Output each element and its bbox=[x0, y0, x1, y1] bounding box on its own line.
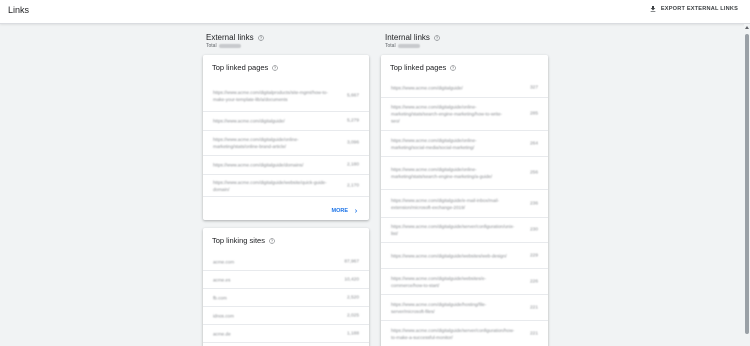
export-external-links-button[interactable]: EXPORT EXTERNAL LINKS bbox=[649, 5, 738, 13]
row-count: 87,967 bbox=[344, 259, 359, 264]
row-count: 10,420 bbox=[344, 277, 359, 282]
row-count: 221 bbox=[529, 305, 538, 310]
table-row[interactable]: https://www.acme.com/digitalguide/e-mail… bbox=[381, 190, 548, 218]
help-icon[interactable] bbox=[257, 34, 264, 41]
external-links-heading: External links bbox=[206, 33, 254, 42]
row-url[interactable]: https://www.acme.com/digitalguide/websit… bbox=[391, 275, 509, 289]
row-count: 1,188 bbox=[346, 331, 359, 336]
row-url[interactable]: https://www.acme.com/digitalguide/e-mail… bbox=[391, 197, 509, 211]
scroll-up-arrow-icon[interactable] bbox=[745, 26, 749, 29]
row-url[interactable]: https://www.acme.com/digitalguide/ bbox=[213, 118, 328, 125]
row-count: 230 bbox=[529, 227, 538, 233]
row-site[interactable]: fb.com bbox=[213, 294, 227, 301]
page-title: Links bbox=[8, 5, 30, 15]
row-count: 256 bbox=[529, 170, 538, 176]
table-row[interactable]: https://www.acme.com/digitalguide/online… bbox=[203, 131, 369, 156]
table-row[interactable]: https://www.acme.com/digitalguide/online… bbox=[381, 98, 548, 131]
table-row[interactable]: https://www.acme.com/digitalguide/websit… bbox=[381, 243, 548, 269]
table-row[interactable]: https://www.acme.com/digitalguide/server… bbox=[381, 321, 548, 346]
table-row[interactable]: https://www.acme.com/digitalguide/online… bbox=[381, 157, 548, 190]
row-url[interactable]: https://www.acme.com/digitalguide/server… bbox=[391, 223, 514, 237]
row-url[interactable]: https://www.acme.com/digitalguide/online… bbox=[391, 137, 509, 151]
help-icon[interactable] bbox=[450, 64, 457, 71]
scrollbar-thumb[interactable] bbox=[745, 34, 749, 334]
table-row[interactable]: https://www.acme.com/digitalguide/online… bbox=[381, 131, 548, 157]
more-button[interactable]: MORE bbox=[332, 208, 360, 214]
table-row[interactable]: https://www.acme.com/digitalguide/server… bbox=[381, 218, 548, 243]
external-top-linking-sites-card: Top linking sites acme.com 87,967 acme.e… bbox=[203, 228, 369, 346]
row-count: 226 bbox=[529, 279, 538, 284]
row-url[interactable]: https://www.acme.com/digitalguide/websit… bbox=[391, 252, 509, 259]
row-count: 327 bbox=[529, 85, 538, 91]
top-bar: Links EXPORT EXTERNAL LINKS bbox=[0, 0, 750, 24]
row-url[interactable]: https://www.acme.com/digitalguide/ bbox=[391, 85, 509, 92]
row-url[interactable]: https://www.acme.com/digitalguide/online… bbox=[213, 136, 328, 150]
internal-total-value-redacted bbox=[397, 43, 420, 48]
row-url[interactable]: https://www.acme.com/digitalguide/websit… bbox=[213, 179, 328, 193]
chevron-right-icon bbox=[355, 209, 358, 213]
internal-top-linked-pages-card: Top linked pages https://www.acme.com/di… bbox=[381, 55, 548, 346]
card-title: Top linked pages bbox=[212, 63, 269, 72]
table-row[interactable]: https://www.acme.com/digitalguide/websit… bbox=[203, 175, 369, 197]
row-count: 5,667 bbox=[346, 93, 359, 99]
external-top-linked-pages-card: Top linked pages https://www.acme.com/di… bbox=[203, 55, 369, 220]
more-label: MORE bbox=[331, 208, 349, 214]
external-links-header: External links Total bbox=[206, 33, 264, 49]
vertical-scrollbar[interactable] bbox=[744, 24, 750, 346]
internal-links-header: Internal links Total bbox=[385, 33, 440, 49]
row-url[interactable]: https://www.acme.com/digitalguide/hostin… bbox=[391, 301, 509, 315]
external-total-label: Total bbox=[206, 43, 217, 49]
row-count: 2,520 bbox=[346, 295, 359, 300]
table-row[interactable]: https://www.acme.com/digitalguide/ 327 bbox=[381, 79, 548, 98]
row-count: 2,180 bbox=[346, 162, 359, 168]
table-row[interactable]: https://www.acme.com/digitalguide/ 5,279 bbox=[203, 112, 369, 131]
row-count: 229 bbox=[529, 253, 538, 258]
row-url[interactable]: https://www.acme.com/digitalguide/online… bbox=[391, 104, 509, 125]
row-count: 2,025 bbox=[346, 313, 359, 318]
table-row[interactable]: https://www.acme.com/digitalguide/hostin… bbox=[381, 295, 548, 321]
row-url[interactable]: https://www.acme.com/digitalguide/server… bbox=[391, 327, 514, 341]
internal-links-heading: Internal links bbox=[385, 33, 430, 42]
row-url[interactable]: https://www.acme.com/digitalguide/online… bbox=[391, 166, 509, 180]
row-count: 264 bbox=[529, 141, 538, 146]
row-count: 3,096 bbox=[346, 140, 359, 146]
external-total-value-redacted bbox=[218, 43, 241, 48]
row-site[interactable]: acme.com bbox=[213, 258, 234, 265]
export-label: EXPORT EXTERNAL LINKS bbox=[660, 6, 738, 12]
table-row[interactable]: https://www.acme.com/digitalproducts/sit… bbox=[203, 81, 369, 112]
table-row[interactable]: https://www.acme.com/digitalguide/websit… bbox=[381, 269, 548, 295]
table-row[interactable]: acme.de 1,188 bbox=[203, 325, 369, 343]
table-row[interactable]: acme.com 87,967 bbox=[203, 253, 369, 271]
row-count: 285 bbox=[529, 111, 538, 117]
row-site[interactable]: idnos.com bbox=[213, 312, 234, 319]
help-icon[interactable] bbox=[269, 237, 275, 244]
help-icon[interactable] bbox=[272, 64, 279, 71]
card-title: Top linking sites bbox=[212, 236, 265, 245]
internal-total-label: Total bbox=[385, 43, 396, 49]
card-title: Top linked pages bbox=[390, 63, 447, 72]
row-url[interactable]: https://www.acme.com/digitalproducts/sit… bbox=[213, 89, 328, 103]
table-row[interactable]: idnos.com 2,025 bbox=[203, 307, 369, 325]
row-count: 5,279 bbox=[346, 118, 359, 124]
table-row[interactable]: fb.com 2,520 bbox=[203, 289, 369, 307]
row-count: 236 bbox=[529, 201, 538, 206]
download-icon bbox=[650, 6, 656, 12]
table-row[interactable]: acme.es 10,420 bbox=[203, 271, 369, 289]
table-row[interactable]: https://www.acme.com/digitalguide/domain… bbox=[203, 156, 369, 175]
row-site[interactable]: acme.es bbox=[213, 276, 230, 283]
row-url[interactable]: https://www.acme.com/digitalguide/domain… bbox=[213, 162, 328, 169]
row-count: 2,170 bbox=[346, 183, 359, 188]
row-count: 221 bbox=[529, 331, 538, 336]
help-icon[interactable] bbox=[434, 34, 440, 41]
row-site[interactable]: acme.de bbox=[213, 330, 231, 337]
